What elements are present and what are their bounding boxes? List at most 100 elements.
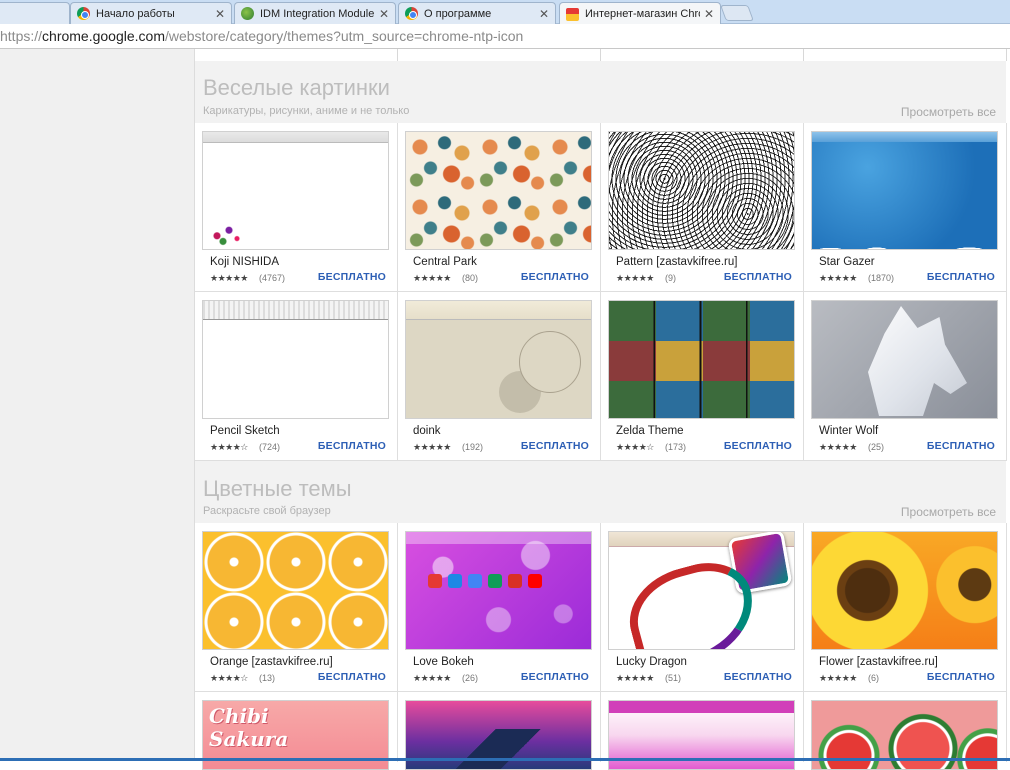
chrome-icon [77, 7, 90, 20]
price-free-button[interactable]: БЕСПЛАТНО [521, 271, 589, 283]
theme-name[interactable]: Star Gazer [819, 256, 875, 268]
close-icon[interactable]: ✕ [704, 7, 714, 21]
store-sidebar [0, 49, 194, 761]
rating-stars: ★★★★★ [210, 273, 248, 283]
theme-card[interactable]: Star Gazer ★★★★★ (1870) БЕСПЛАТНО [804, 123, 1007, 292]
section-subtitle: Карикатуры, рисунки, аниме и не только [203, 105, 410, 117]
theme-name[interactable]: Flower [zastavkifree.ru] [819, 656, 938, 668]
youtube-icon [528, 574, 542, 588]
rating-stars: ★★★★★ [616, 273, 654, 283]
theme-thumbnail[interactable] [811, 300, 998, 419]
theme-name[interactable]: Lucky Dragon [616, 656, 687, 668]
address-bar[interactable]: https://chrome.google.com/webstore/categ… [0, 24, 1010, 49]
dragon-tile-icon [727, 532, 793, 595]
theme-name[interactable]: Winter Wolf [819, 425, 878, 437]
price-free-button[interactable]: БЕСПЛАТНО [927, 271, 995, 283]
rating-count: (192) [462, 442, 484, 452]
price-free-button[interactable]: БЕСПЛАТНО [318, 271, 386, 283]
price-free-button[interactable]: БЕСПЛАТНО [724, 440, 792, 452]
rating-stars: ★★★★☆ [616, 442, 654, 452]
theme-thumbnail[interactable] [202, 300, 389, 419]
see-all-link[interactable]: Просмотреть все [901, 505, 996, 519]
rating-count: (9) [665, 273, 676, 283]
theme-card[interactable]: Zelda Theme ★★★★☆ (173) БЕСПЛАТНО [601, 292, 804, 461]
theme-thumbnail[interactable] [405, 300, 592, 419]
theme-card[interactable] [601, 692, 804, 770]
price-free-button[interactable]: БЕСПЛАТНО [318, 440, 386, 452]
price-free-button[interactable]: БЕСПЛАТНО [724, 671, 792, 683]
rating-count: (13) [259, 673, 276, 683]
theme-thumbnail[interactable] [811, 131, 998, 250]
theme-name[interactable]: Pattern [zastavkifree.ru] [616, 256, 737, 268]
theme-card[interactable]: Central Park ★★★★★ (80) БЕСПЛАТНО [398, 123, 601, 292]
price-free-button[interactable]: БЕСПЛАТНО [318, 671, 386, 683]
theme-thumbnail[interactable] [405, 131, 592, 250]
theme-card[interactable]: Orange [zastavkifree.ru] ★★★★☆ (13) БЕСП… [195, 523, 398, 692]
theme-card[interactable] [398, 692, 601, 770]
theme-card[interactable]: Lucky Dragon ★★★★★ (51) БЕСПЛАТНО [601, 523, 804, 692]
price-free-button[interactable]: БЕСПЛАТНО [724, 271, 792, 283]
webstore-icon [566, 7, 579, 21]
see-all-link[interactable]: Просмотреть все [901, 105, 996, 119]
close-icon[interactable]: ✕ [379, 7, 389, 21]
theme-name[interactable]: Love Bokeh [413, 656, 474, 668]
theme-thumbnail[interactable] [405, 531, 592, 650]
theme-name[interactable]: Zelda Theme [616, 425, 684, 437]
tab-about[interactable]: О программе ✕ [398, 2, 556, 24]
theme-card[interactable]: Pattern [zastavkifree.ru] ★★★★★ (9) БЕСП… [601, 123, 804, 292]
app-icons [428, 574, 542, 588]
rating-stars: ★★★★☆ [210, 442, 248, 452]
rating-count: (1870) [868, 273, 895, 283]
rating-stars: ★★★★★ [819, 273, 857, 283]
theme-card[interactable]: Chibi Sakura [195, 692, 398, 770]
theme-thumbnail[interactable] [608, 300, 795, 419]
tab-strip: Начало работы ✕ IDM Integration Module ✕… [0, 0, 1010, 25]
rating-stars: ★★★★★ [413, 673, 451, 683]
rating-count: (4767) [259, 273, 286, 283]
chibi-sakura-text: Chibi Sakura [209, 704, 289, 751]
theme-thumbnail[interactable] [811, 531, 998, 650]
rating-stars: ★★★★★ [616, 673, 654, 683]
idm-icon [241, 7, 254, 20]
tab-getting-started[interactable]: Начало работы ✕ [70, 2, 232, 24]
close-icon[interactable]: ✕ [539, 7, 549, 21]
theme-card[interactable] [804, 692, 1007, 770]
theme-card[interactable]: Love Bokeh ★★★★★ (26) БЕСПЛАТНО [398, 523, 601, 692]
rating-count: (51) [665, 673, 682, 683]
tab-idm[interactable]: IDM Integration Module ✕ [234, 2, 396, 24]
price-free-button[interactable]: БЕСПЛАТНО [521, 440, 589, 452]
previous-row-partial [195, 49, 1007, 61]
price-free-button[interactable]: БЕСПЛАТНО [927, 440, 995, 452]
close-icon[interactable]: ✕ [215, 7, 225, 21]
rating-count: (26) [462, 673, 479, 683]
rating-stars: ★★★★☆ [210, 673, 248, 683]
rating-stars: ★★★★★ [819, 673, 857, 683]
theme-thumbnail[interactable] [608, 531, 795, 650]
theme-name[interactable]: Orange [zastavkifree.ru] [210, 656, 333, 668]
section-title-fun-pictures: Веселые картинки [203, 75, 390, 100]
theme-thumbnail[interactable] [202, 131, 389, 250]
theme-name[interactable]: Central Park [413, 256, 477, 268]
theme-name[interactable]: Pencil Sketch [210, 425, 280, 437]
new-tab-button[interactable] [720, 5, 754, 21]
theme-card[interactable]: Winter Wolf ★★★★★ (25) БЕСПЛАТНО [804, 292, 1007, 461]
tab-partial[interactable] [0, 2, 70, 24]
gmail-icon [508, 574, 522, 588]
theme-name[interactable]: doink [413, 425, 441, 437]
theme-card[interactable]: doink ★★★★★ (192) БЕСПЛАТНО [398, 292, 601, 461]
theme-thumbnail[interactable] [608, 131, 795, 250]
tab-webstore[interactable]: Интернет-магазин Chrom ✕ [559, 2, 721, 25]
price-free-button[interactable]: БЕСПЛАТНО [521, 671, 589, 683]
rating-count: (173) [665, 442, 687, 452]
url-text[interactable]: https://chrome.google.com/webstore/categ… [0, 28, 523, 44]
chrome-icon [428, 574, 442, 588]
theme-thumbnail[interactable] [202, 531, 389, 650]
theme-card[interactable]: Flower [zastavkifree.ru] ★★★★★ (6) БЕСПЛ… [804, 523, 1007, 692]
rating-stars: ★★★★★ [819, 442, 857, 452]
theme-card[interactable]: Pencil Sketch ★★★★☆ (724) БЕСПЛАТНО [195, 292, 398, 461]
theme-name[interactable]: Koji NISHIDA [210, 256, 279, 268]
rating-count: (724) [259, 442, 281, 452]
price-free-button[interactable]: БЕСПЛАТНО [927, 671, 995, 683]
theme-card[interactable]: Koji NISHIDA ★★★★★ (4767) БЕСПЛАТНО [195, 123, 398, 292]
section-subtitle: Раскрасьте свой браузер [203, 505, 331, 517]
